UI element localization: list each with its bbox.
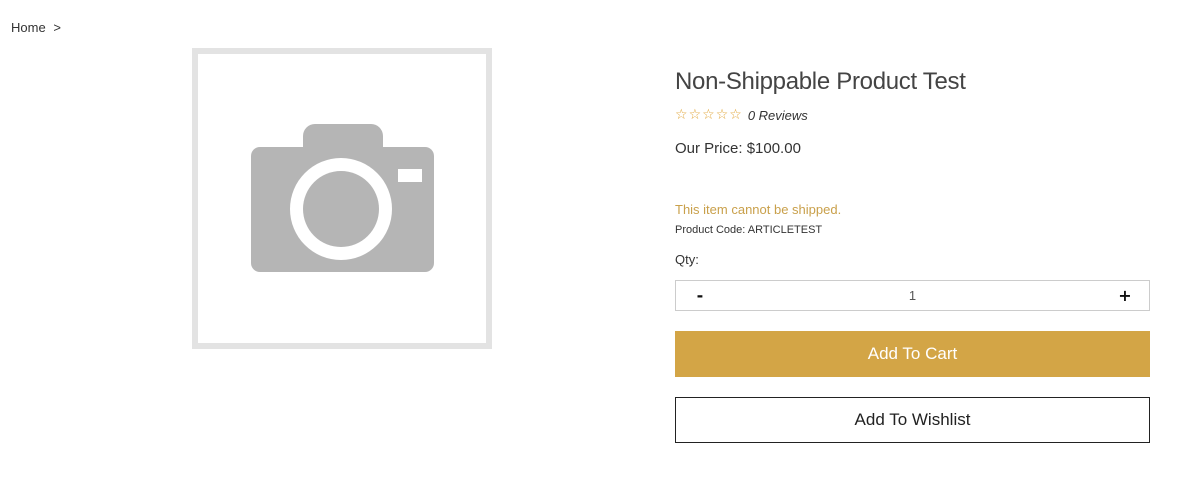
breadcrumb: Home >	[11, 20, 61, 35]
quantity-increase-button[interactable]: +	[1101, 281, 1149, 310]
product-title: Non-Shippable Product Test	[675, 68, 966, 95]
quantity-decrease-button[interactable]: -	[676, 281, 724, 310]
breadcrumb-separator: >	[53, 20, 61, 35]
star-icon: ☆	[715, 107, 729, 123]
rating-row: ☆ ☆ ☆ ☆ ☆ 0 Reviews	[675, 106, 808, 124]
shipping-note: This item cannot be shipped.	[675, 202, 842, 217]
price-value: $100.00	[746, 140, 801, 157]
quantity-label: Qty:	[675, 252, 699, 267]
quantity-input[interactable]	[724, 280, 1101, 311]
product-image[interactable]	[192, 48, 492, 349]
breadcrumb-home-link[interactable]: Home	[11, 20, 46, 35]
rating-stars[interactable]: ☆ ☆ ☆ ☆ ☆	[675, 108, 742, 122]
product-code-value: ARTICLETEST	[747, 224, 823, 236]
add-to-wishlist-button[interactable]: Add To Wishlist	[675, 397, 1150, 443]
quantity-stepper: - +	[675, 280, 1150, 311]
reviews-link[interactable]: 0 Reviews	[748, 108, 808, 123]
product-code-row: Product Code: ARTICLETEST	[675, 224, 822, 236]
price-row: Our Price: $100.00	[675, 140, 801, 157]
product-code-label: Product Code:	[675, 224, 746, 236]
star-icon: ☆	[675, 107, 688, 123]
star-icon: ☆	[729, 107, 742, 123]
product-details: Non-Shippable Product Test ☆ ☆ ☆ ☆ ☆ 0 R…	[675, 66, 1150, 443]
add-to-cart-button[interactable]: Add To Cart	[675, 331, 1150, 377]
price-label: Our Price:	[675, 140, 743, 157]
star-icon: ☆	[688, 107, 702, 123]
star-icon: ☆	[702, 107, 715, 123]
camera-placeholder-icon	[251, 124, 434, 272]
